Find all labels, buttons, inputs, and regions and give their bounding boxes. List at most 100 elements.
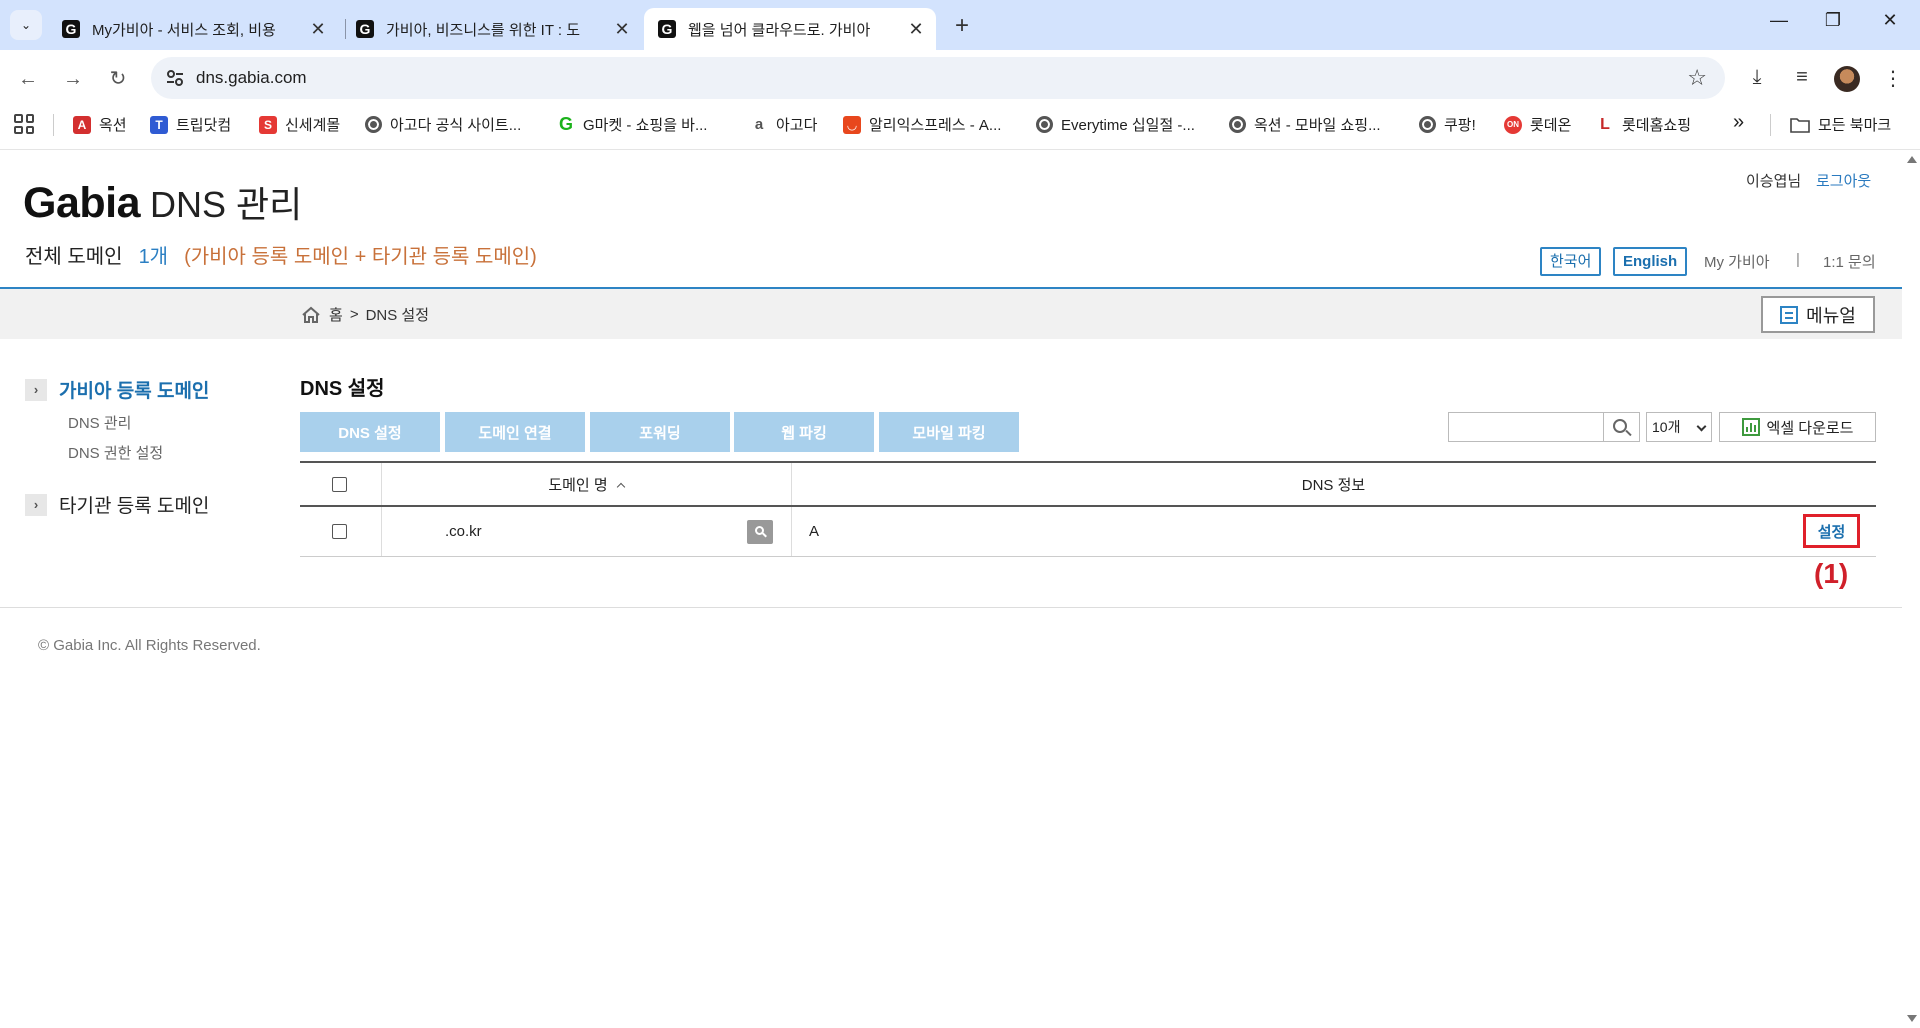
reload-button[interactable]: ↻ [103,64,133,94]
document-icon [1780,305,1799,324]
dns-settings-button[interactable]: DNS 설정 [300,412,440,452]
home-icon[interactable] [301,306,321,324]
web-parking-button[interactable]: 웹 파킹 [734,412,874,452]
domain-name-cell: .co.kr [445,507,482,556]
manual-button[interactable]: 메뉴얼 [1761,296,1875,333]
tab-search-button[interactable]: ⌄ [10,10,42,40]
lotte-homeshopping-icon: L [1596,115,1614,134]
browser-tab-active[interactable]: G 웹을 넘어 클라우드로. 가비아 ✕ [644,8,936,50]
table-header-row: 도메인 명 DNS 정보 [300,461,1876,507]
mobile-parking-button[interactable]: 모바일 파킹 [879,412,1019,452]
column-header-domain[interactable]: 도메인 명 [381,463,791,505]
chevron-down-icon [1696,421,1707,432]
auction-icon: A [73,115,91,134]
close-icon[interactable]: ✕ [614,19,630,40]
bookmark-label: 롯데홈쇼핑 [1622,117,1692,134]
bookmark-item[interactable]: 옥션 - 모바일 쇼핑... [1229,114,1381,135]
url-text[interactable]: dns.gabia.com [196,68,307,88]
apps-grid-icon[interactable] [14,114,34,134]
link-separator: | [1796,251,1800,268]
all-bookmarks-button[interactable]: 모든 북마크 [1790,114,1891,135]
excel-download-label: 엑셀 다운로드 [1766,419,1854,437]
more-bookmarks-button[interactable]: » [1733,111,1744,134]
sort-ascending-icon[interactable] [616,482,625,491]
column-header-dns-info: DNS 정보 [791,463,1876,505]
download-icon[interactable]: ⤓ [1744,66,1770,89]
lang-english-button[interactable]: English [1613,247,1688,276]
bookmark-item[interactable]: L 롯데홈쇼핑 [1596,114,1691,135]
page-content: Gabia DNS 관리 전체 도메인 1개 (가비아 등록 도메인 + 타기관… [0,150,1902,1028]
excel-download-button[interactable]: 엑셀 다운로드 [1719,412,1876,442]
sidebar-item-gabia-domains[interactable]: › 가비아 등록 도메인 [25,376,209,403]
close-icon[interactable]: ✕ [310,19,326,40]
gabia-favicon-icon: G [356,20,374,38]
manual-label: 메뉴얼 [1806,305,1856,326]
bookmark-item[interactable]: 아고다 공식 사이트... [365,114,521,135]
my-gabia-link[interactable]: My 가비아 [1704,251,1770,272]
window-close-button[interactable]: ✕ [1875,10,1905,31]
site-logo[interactable]: Gabia DNS 관리 [23,176,302,228]
domain-connect-button[interactable]: 도메인 연결 [445,412,585,452]
row-checkbox-cell [332,507,347,556]
bookmark-item[interactable]: a 아고다 [750,114,817,135]
tab-title: 가비아, 비즈니스를 위한 IT : 도 [386,21,581,39]
domain-search-icon[interactable] [747,519,773,544]
browser-toolbar: ← → ↻ dns.gabia.com ☆ ⤓ ≡ ⋮ [0,50,1920,108]
bookmark-item[interactable]: T 트립닷컴 [150,114,231,135]
select-all-checkbox[interactable] [332,476,347,492]
dns-setting-link[interactable]: 설정 [1803,514,1860,548]
browser-tab[interactable]: G 가비아, 비즈니스를 위한 IT : 도 ✕ [342,8,642,50]
inquiry-link[interactable]: 1:1 문의 [1823,251,1876,272]
address-bar[interactable]: dns.gabia.com ☆ [151,57,1725,99]
aliexpress-icon: ◡ [843,115,861,134]
lang-korean-button[interactable]: 한국어 [1540,247,1602,276]
profile-avatar[interactable] [1834,66,1860,92]
bookmark-label: 아고다 [776,117,818,134]
shinsegae-icon: S [259,115,277,134]
page-title: DNS 설정 [300,378,385,400]
chrome-menu-icon[interactable]: ⋮ [1880,66,1906,91]
new-tab-button[interactable]: + [950,12,974,40]
select-all-checkbox-cell [332,463,347,505]
logout-link[interactable]: 로그아웃 [1816,170,1871,191]
bookmark-star-icon[interactable]: ☆ [1687,65,1707,91]
sidebar-item-other-domains[interactable]: › 타기관 등록 도메인 [25,491,209,518]
page-scrollbar[interactable] [1902,150,1920,1028]
footer-divider [0,607,1902,608]
breadcrumb: 홈 > DNS 설정 [301,304,429,325]
bookmark-item[interactable]: S 신세계몰 [259,114,340,135]
forward-button[interactable]: → [58,64,88,94]
bookmark-item[interactable]: Everytime 십일절 -... [1036,114,1195,135]
bookmark-item[interactable]: ON 롯데온 [1504,114,1571,135]
close-icon[interactable]: ✕ [908,19,924,40]
search-button[interactable] [1604,412,1640,442]
domain-table: 도메인 명 DNS 정보 .co.kr A 설정 [300,461,1876,557]
breadcrumb-home[interactable]: 홈 [329,304,343,325]
trip-icon: T [150,115,168,134]
scroll-down-icon[interactable] [1907,1015,1917,1022]
sidebar-subitem-dns-management[interactable]: DNS 관리 [68,412,131,433]
summary-description: (가비아 등록 도메인 + 타기관 등록 도메인) [184,246,537,268]
bookmark-item[interactable]: G G마켓 - 쇼핑을 바... [557,114,707,135]
bookmark-item[interactable]: 쿠팡! [1419,114,1476,135]
restore-button[interactable]: ❐ [1818,10,1848,31]
search-input[interactable] [1448,412,1604,442]
brand-name: Gabia [23,179,141,227]
browser-tab[interactable]: G My가비아 - 서비스 조회, 비용 ✕ [48,8,338,50]
page-size-select[interactable]: 10개 [1646,412,1712,442]
scroll-up-icon[interactable] [1907,156,1917,163]
bookmark-label: 트립닷컴 [176,117,232,134]
bookmark-label: 신세계몰 [285,117,341,134]
site-info-icon[interactable] [165,68,185,88]
username: 이승엽님 [1746,173,1802,190]
browser-tab-strip: ⌄ G My가비아 - 서비스 조회, 비용 ✕ G 가비아, 비즈니스를 위한… [0,0,1920,50]
globe-icon [1229,116,1246,133]
media-control-icon[interactable]: ≡ [1789,66,1815,89]
row-checkbox[interactable] [332,524,347,539]
forwarding-button[interactable]: 포워딩 [590,412,730,452]
sidebar-subitem-dns-permission[interactable]: DNS 권한 설정 [68,442,163,463]
bookmark-item[interactable]: A 옥션 [73,114,127,135]
back-button[interactable]: ← [13,64,43,94]
minimize-button[interactable]: — [1764,10,1794,31]
bookmark-item[interactable]: ◡ 알리익스프레스 - A... [843,114,1001,135]
